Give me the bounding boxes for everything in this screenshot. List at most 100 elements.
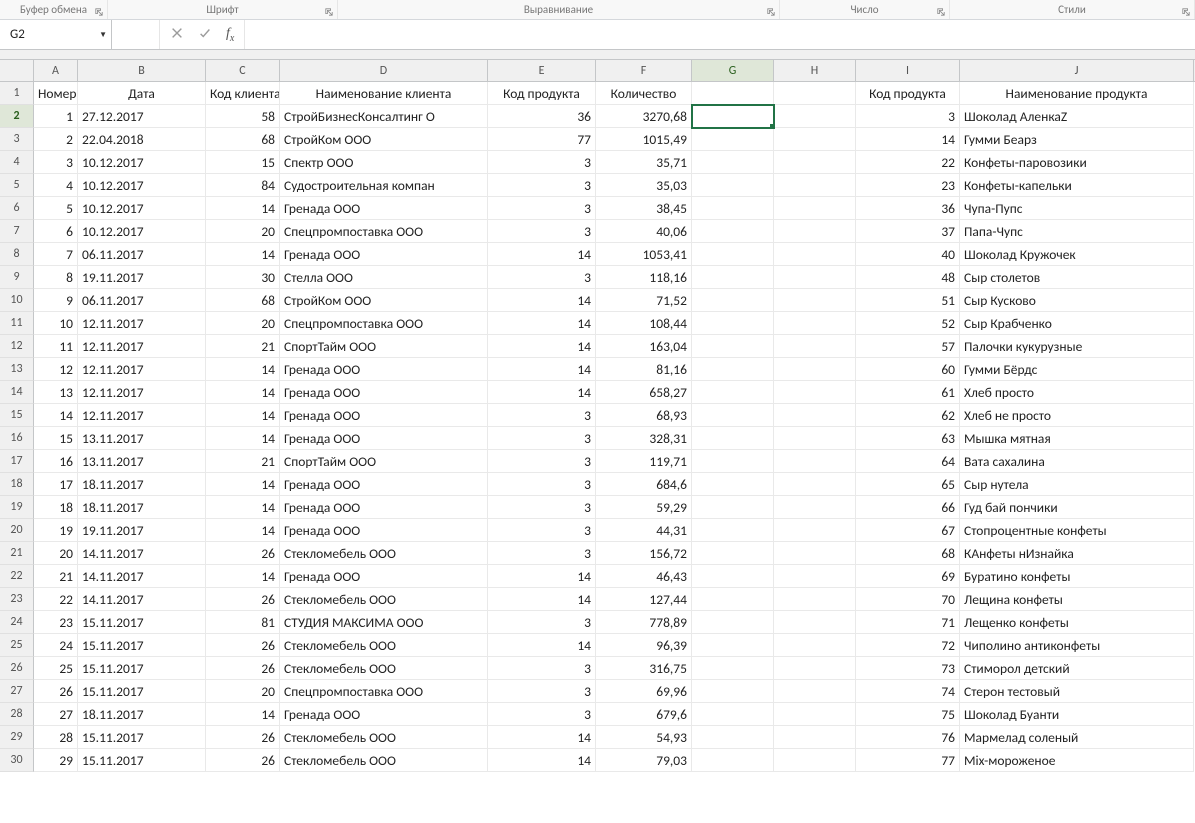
row-header[interactable]: 26 [0, 657, 34, 680]
cell-J22[interactable]: Буратино конфеты [960, 565, 1194, 588]
cell-A15[interactable]: 14 [34, 404, 78, 427]
cell-D26[interactable]: Стекломебель ООО [280, 657, 488, 680]
cell-B17[interactable]: 13.11.2017 [78, 450, 206, 473]
row-header[interactable]: 16 [0, 427, 34, 450]
cell-I18[interactable]: 65 [856, 473, 960, 496]
cell-E5[interactable]: 3 [488, 174, 596, 197]
cell-F22[interactable]: 46,43 [596, 565, 692, 588]
cell-D3[interactable]: СтройКом ООО [280, 128, 488, 151]
cell-G12[interactable] [692, 335, 774, 358]
cell-D1[interactable]: Наименование клиента [280, 82, 488, 105]
cell-H28[interactable] [774, 703, 856, 726]
cell-G27[interactable] [692, 680, 774, 703]
cell-J18[interactable]: Сыр нутела [960, 473, 1194, 496]
cell-F21[interactable]: 156,72 [596, 542, 692, 565]
cell-E25[interactable]: 14 [488, 634, 596, 657]
cell-C6[interactable]: 14 [206, 197, 280, 220]
cell-H4[interactable] [774, 151, 856, 174]
cell-J28[interactable]: Шоколад Буанти [960, 703, 1194, 726]
fx-icon[interactable]: fx [226, 26, 234, 44]
row-header[interactable]: 23 [0, 588, 34, 611]
cell-J15[interactable]: Хлеб не просто [960, 404, 1194, 427]
cell-A28[interactable]: 27 [34, 703, 78, 726]
cell-H3[interactable] [774, 128, 856, 151]
column-header-H[interactable]: H [774, 60, 856, 81]
cell-I21[interactable]: 68 [856, 542, 960, 565]
cell-B5[interactable]: 10.12.2017 [78, 174, 206, 197]
column-header-J[interactable]: J [960, 60, 1194, 81]
cell-C23[interactable]: 26 [206, 588, 280, 611]
cell-H19[interactable] [774, 496, 856, 519]
cell-A29[interactable]: 28 [34, 726, 78, 749]
cell-E2[interactable]: 36 [488, 105, 596, 128]
cell-G4[interactable] [692, 151, 774, 174]
cell-B27[interactable]: 15.11.2017 [78, 680, 206, 703]
column-header-I[interactable]: I [856, 60, 960, 81]
cell-J11[interactable]: Сыр Крабченко [960, 312, 1194, 335]
cell-C16[interactable]: 14 [206, 427, 280, 450]
cell-D17[interactable]: СпортТайм ООО [280, 450, 488, 473]
cell-D5[interactable]: Судостроительная компан [280, 174, 488, 197]
cell-J27[interactable]: Стерон тестовый [960, 680, 1194, 703]
cell-D8[interactable]: Гренада ООО [280, 243, 488, 266]
cell-A27[interactable]: 26 [34, 680, 78, 703]
cell-J4[interactable]: Конфеты-паровозики [960, 151, 1194, 174]
cell-B13[interactable]: 12.11.2017 [78, 358, 206, 381]
cell-E29[interactable]: 14 [488, 726, 596, 749]
cell-I26[interactable]: 73 [856, 657, 960, 680]
cell-D14[interactable]: Гренада ООО [280, 381, 488, 404]
cell-G5[interactable] [692, 174, 774, 197]
column-header-D[interactable]: D [280, 60, 488, 81]
cell-E8[interactable]: 14 [488, 243, 596, 266]
cell-H26[interactable] [774, 657, 856, 680]
cell-C29[interactable]: 26 [206, 726, 280, 749]
cell-E18[interactable]: 3 [488, 473, 596, 496]
cell-C12[interactable]: 21 [206, 335, 280, 358]
cell-E10[interactable]: 14 [488, 289, 596, 312]
cell-J12[interactable]: Палочки кукурузные [960, 335, 1194, 358]
dialog-launcher-icon[interactable] [94, 7, 104, 17]
row-header[interactable]: 13 [0, 358, 34, 381]
cell-G10[interactable] [692, 289, 774, 312]
cell-E3[interactable]: 77 [488, 128, 596, 151]
cell-E26[interactable]: 3 [488, 657, 596, 680]
cell-G21[interactable] [692, 542, 774, 565]
cell-G3[interactable] [692, 128, 774, 151]
cell-C2[interactable]: 58 [206, 105, 280, 128]
cell-D4[interactable]: Спектр ООО [280, 151, 488, 174]
cell-A5[interactable]: 4 [34, 174, 78, 197]
cell-F24[interactable]: 778,89 [596, 611, 692, 634]
cell-B22[interactable]: 14.11.2017 [78, 565, 206, 588]
cell-D21[interactable]: Стекломебель ООО [280, 542, 488, 565]
cell-E20[interactable]: 3 [488, 519, 596, 542]
cell-G16[interactable] [692, 427, 774, 450]
cell-D29[interactable]: Стекломебель ООО [280, 726, 488, 749]
cell-J30[interactable]: Mix-мороженое [960, 749, 1194, 772]
cell-I30[interactable]: 77 [856, 749, 960, 772]
cell-E28[interactable]: 3 [488, 703, 596, 726]
column-header-C[interactable]: C [206, 60, 280, 81]
cell-J23[interactable]: Лещина конфеты [960, 588, 1194, 611]
cell-I28[interactable]: 75 [856, 703, 960, 726]
cell-E9[interactable]: 3 [488, 266, 596, 289]
cell-A26[interactable]: 25 [34, 657, 78, 680]
cell-H1[interactable] [774, 82, 856, 105]
cell-A17[interactable]: 16 [34, 450, 78, 473]
cell-C17[interactable]: 21 [206, 450, 280, 473]
cell-H18[interactable] [774, 473, 856, 496]
row-header[interactable]: 29 [0, 726, 34, 749]
cell-B11[interactable]: 12.11.2017 [78, 312, 206, 335]
cell-H30[interactable] [774, 749, 856, 772]
enter-icon[interactable] [198, 26, 212, 44]
cell-E21[interactable]: 3 [488, 542, 596, 565]
cell-A11[interactable]: 10 [34, 312, 78, 335]
cell-A22[interactable]: 21 [34, 565, 78, 588]
cell-H21[interactable] [774, 542, 856, 565]
cell-J29[interactable]: Мармелад соленый [960, 726, 1194, 749]
cell-I5[interactable]: 23 [856, 174, 960, 197]
cell-C15[interactable]: 14 [206, 404, 280, 427]
cell-G7[interactable] [692, 220, 774, 243]
cell-D12[interactable]: СпортТайм ООО [280, 335, 488, 358]
cell-A7[interactable]: 6 [34, 220, 78, 243]
column-header-G[interactable]: G [692, 60, 774, 81]
